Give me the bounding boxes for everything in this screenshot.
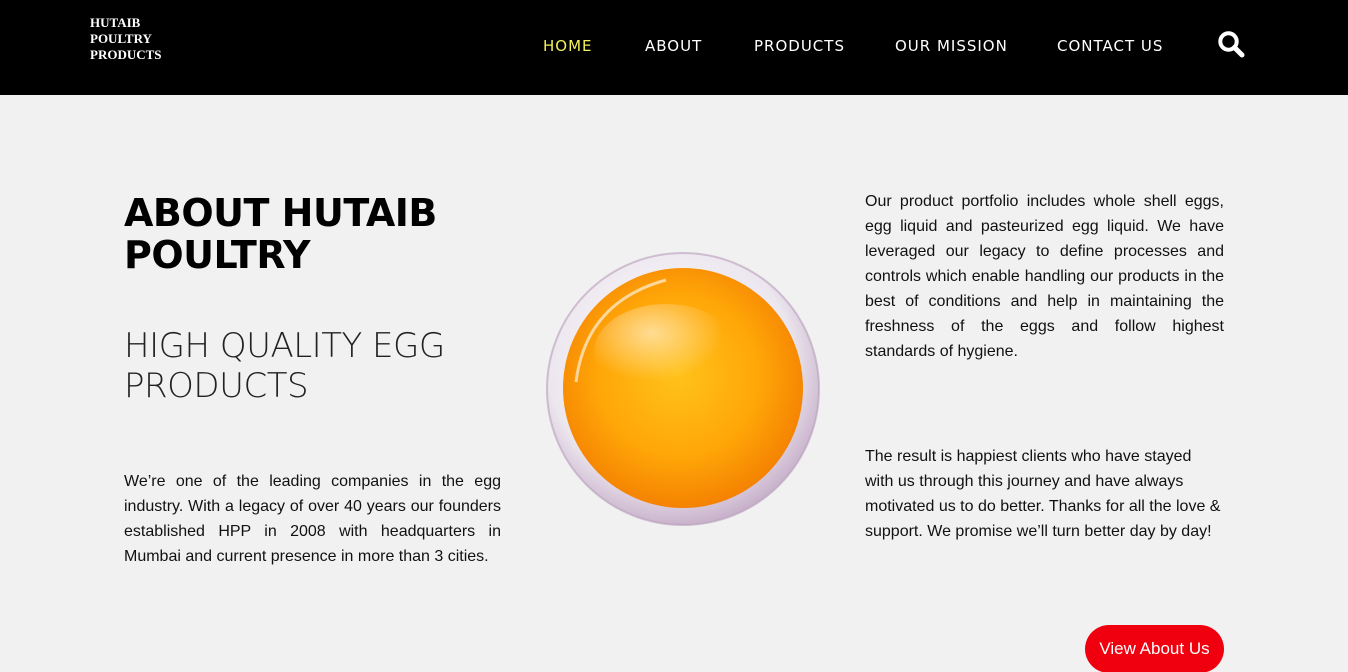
top-navbar: HUTAIB POULTRY PRODUCTS HOME ABOUT PRODU… (0, 0, 1348, 95)
view-about-us-button[interactable]: View About Us (1085, 625, 1224, 672)
logo-line-2: POULTRY (90, 31, 152, 46)
egg-yolk-image (546, 252, 820, 526)
portfolio-paragraph: Our product portfolio includes whole she… (865, 193, 1224, 360)
nav-about[interactable]: ABOUT (645, 36, 702, 56)
nav-products[interactable]: PRODUCTS (754, 36, 845, 56)
about-heading: ABOUT HUTAIB POULTRY (124, 191, 437, 277)
search-icon[interactable] (1217, 30, 1245, 58)
nav-our-mission[interactable]: OUR MISSION (895, 36, 1008, 56)
site-logo[interactable]: HUTAIB POULTRY PRODUCTS (90, 15, 190, 63)
about-subheading: HIGH QUALITY EGG PRODUCTS (124, 326, 445, 406)
nav-contact-us[interactable]: CONTACT US (1057, 36, 1163, 56)
logo-line-3: PRODUCTS (90, 47, 162, 62)
result-paragraph: The result is happiest clients who have … (865, 448, 1221, 540)
logo-line-1: HUTAIB (90, 15, 141, 30)
intro-paragraph: We’re one of the leading companies in th… (124, 473, 501, 565)
nav-home[interactable]: HOME (543, 36, 593, 56)
